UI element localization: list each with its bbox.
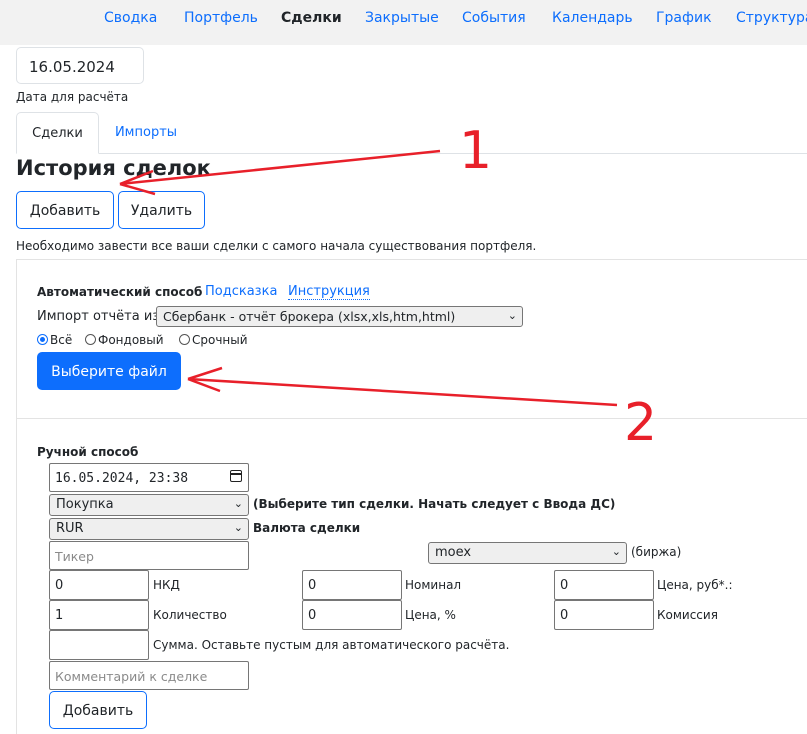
annotation-arrow-2 bbox=[187, 366, 618, 407]
annotation-overlay: 1 2 bbox=[119, 121, 657, 453]
annotation-number-1: 1 bbox=[459, 121, 492, 181]
annotation-arrow-1 bbox=[119, 149, 441, 196]
annotation-number-2: 2 bbox=[624, 393, 657, 453]
